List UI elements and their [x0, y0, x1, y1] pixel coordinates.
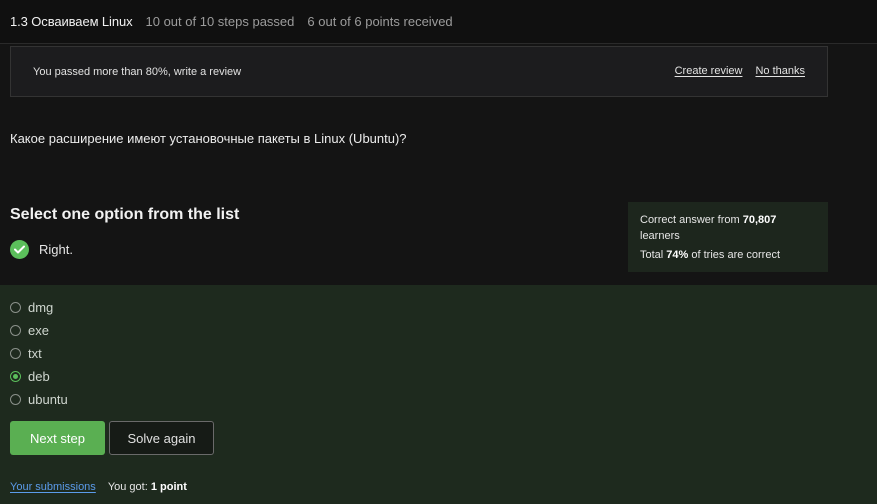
option-dmg[interactable]: dmg: [10, 300, 53, 315]
option-label: dmg: [28, 300, 54, 315]
option-label: ubuntu: [28, 392, 68, 407]
learners-prefix: Correct answer from: [640, 214, 743, 226]
review-banner: You passed more than 80%, write a review…: [10, 46, 828, 97]
option-label: deb: [28, 369, 50, 384]
option-label: exe: [28, 323, 49, 338]
score-prefix: You got:: [107, 481, 151, 493]
radio-button[interactable]: [10, 302, 21, 313]
solve-again-button[interactable]: Solve again: [109, 421, 214, 455]
steps-progress: 10 out of 10 steps passed: [145, 14, 295, 29]
top-bar: 1.3 Осваиваем Linux 10 out of 10 steps p…: [0, 0, 877, 44]
lesson-title[interactable]: 1.3 Осваиваем Linux: [10, 14, 133, 29]
option-label: txt: [28, 346, 42, 361]
option-ubuntu[interactable]: ubuntu: [10, 392, 68, 407]
radio-button-selected[interactable]: [10, 371, 21, 382]
tries-suffix: of tries are correct: [688, 249, 781, 261]
your-submissions-link[interactable]: Your submissions: [10, 481, 96, 493]
score-value: 1 point: [150, 481, 187, 493]
radio-button[interactable]: [10, 325, 21, 336]
option-txt[interactable]: txt: [10, 346, 42, 361]
tries-prefix: Total: [640, 249, 667, 261]
option-exe[interactable]: exe: [10, 323, 49, 338]
question-text: Какое расширение имеют установочные паке…: [10, 131, 407, 146]
score-text: You got: 1 point: [108, 481, 187, 493]
radio-button[interactable]: [10, 348, 21, 359]
quiz-title: Select one option from the list: [10, 206, 240, 223]
review-actions: Create review No thanks: [675, 65, 805, 77]
submission-footer: Your submissions You got: 1 point: [10, 481, 187, 493]
answers-panel: dmg exe txt deb ubuntu Next step Solve a…: [0, 285, 877, 504]
no-thanks-link[interactable]: No thanks: [755, 65, 805, 77]
result-status: Right.: [10, 240, 73, 259]
check-icon: [10, 240, 29, 259]
radio-button[interactable]: [10, 394, 21, 405]
option-deb[interactable]: deb: [10, 369, 50, 384]
result-text: Right.: [39, 242, 73, 257]
tries-stat: Total 74% of tries are correct: [640, 247, 816, 263]
learners-stat: Correct answer from 70,807 learners: [640, 212, 816, 244]
learners-suffix: learners: [640, 230, 680, 242]
answer-stats: Correct answer from 70,807 learners Tota…: [628, 202, 828, 272]
tries-percent: 74%: [666, 249, 689, 261]
create-review-link[interactable]: Create review: [675, 65, 743, 77]
next-step-button[interactable]: Next step: [10, 421, 105, 455]
points-progress: 6 out of 6 points received: [307, 14, 453, 29]
review-message: You passed more than 80%, write a review: [33, 65, 242, 78]
learners-count: 70,807: [742, 214, 777, 226]
